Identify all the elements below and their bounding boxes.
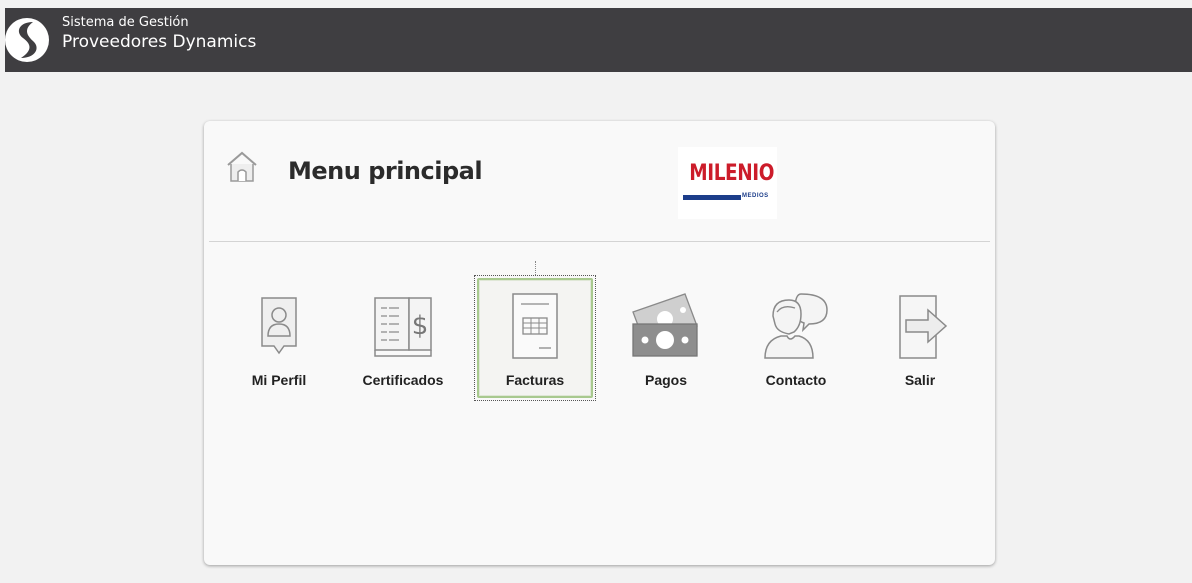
- app-header: Sistema de Gestión Proveedores Dynamics: [5, 8, 1192, 72]
- menu-label: Salir: [904, 372, 936, 388]
- focus-tick: [535, 261, 536, 275]
- main-menu-card: Menu principal MILENIO MEDIOS Mi Perfil …: [204, 121, 995, 565]
- menu-item-mi-perfil[interactable]: Mi Perfil: [219, 276, 339, 400]
- profile-icon: [261, 297, 297, 355]
- svg-text:$: $: [412, 311, 429, 341]
- menu-label: Contacto: [765, 372, 827, 388]
- menu-item-pagos[interactable]: Pagos: [606, 276, 726, 400]
- menu-label: Mi Perfil: [251, 372, 307, 388]
- menu-label: Facturas: [505, 372, 565, 388]
- menu-label: Pagos: [644, 372, 687, 388]
- money-icon: [632, 293, 698, 357]
- invoice-icon: [512, 293, 558, 359]
- brand-logo-name: MILENIO: [689, 161, 775, 186]
- exit-arrow-icon: [899, 295, 948, 359]
- menu-item-contacto[interactable]: Contacto: [736, 276, 856, 400]
- home-icon: [227, 151, 257, 182]
- app-title-line2: Proveedores Dynamics: [62, 32, 257, 52]
- brand-logo: MILENIO MEDIOS: [678, 147, 777, 219]
- brand-logo-bar: [683, 195, 741, 200]
- page-title: Menu principal: [288, 157, 483, 185]
- certificates-book-icon: $: [374, 297, 432, 357]
- menu-item-facturas[interactable]: Facturas: [474, 275, 596, 401]
- contact-speech-icon: [764, 293, 828, 359]
- app-logo-icon: [5, 18, 49, 62]
- menu-item-salir[interactable]: Salir: [860, 276, 980, 400]
- brand-logo-sub: MEDIOS: [742, 193, 769, 199]
- app-title-line1: Sistema de Gestión: [62, 15, 189, 30]
- menu-item-certificados[interactable]: $ Certificados: [343, 276, 463, 400]
- header-divider: [209, 241, 990, 242]
- app-title: Sistema de Gestión Proveedores Dynamics: [62, 14, 256, 53]
- menu-label: Certificados: [362, 372, 444, 388]
